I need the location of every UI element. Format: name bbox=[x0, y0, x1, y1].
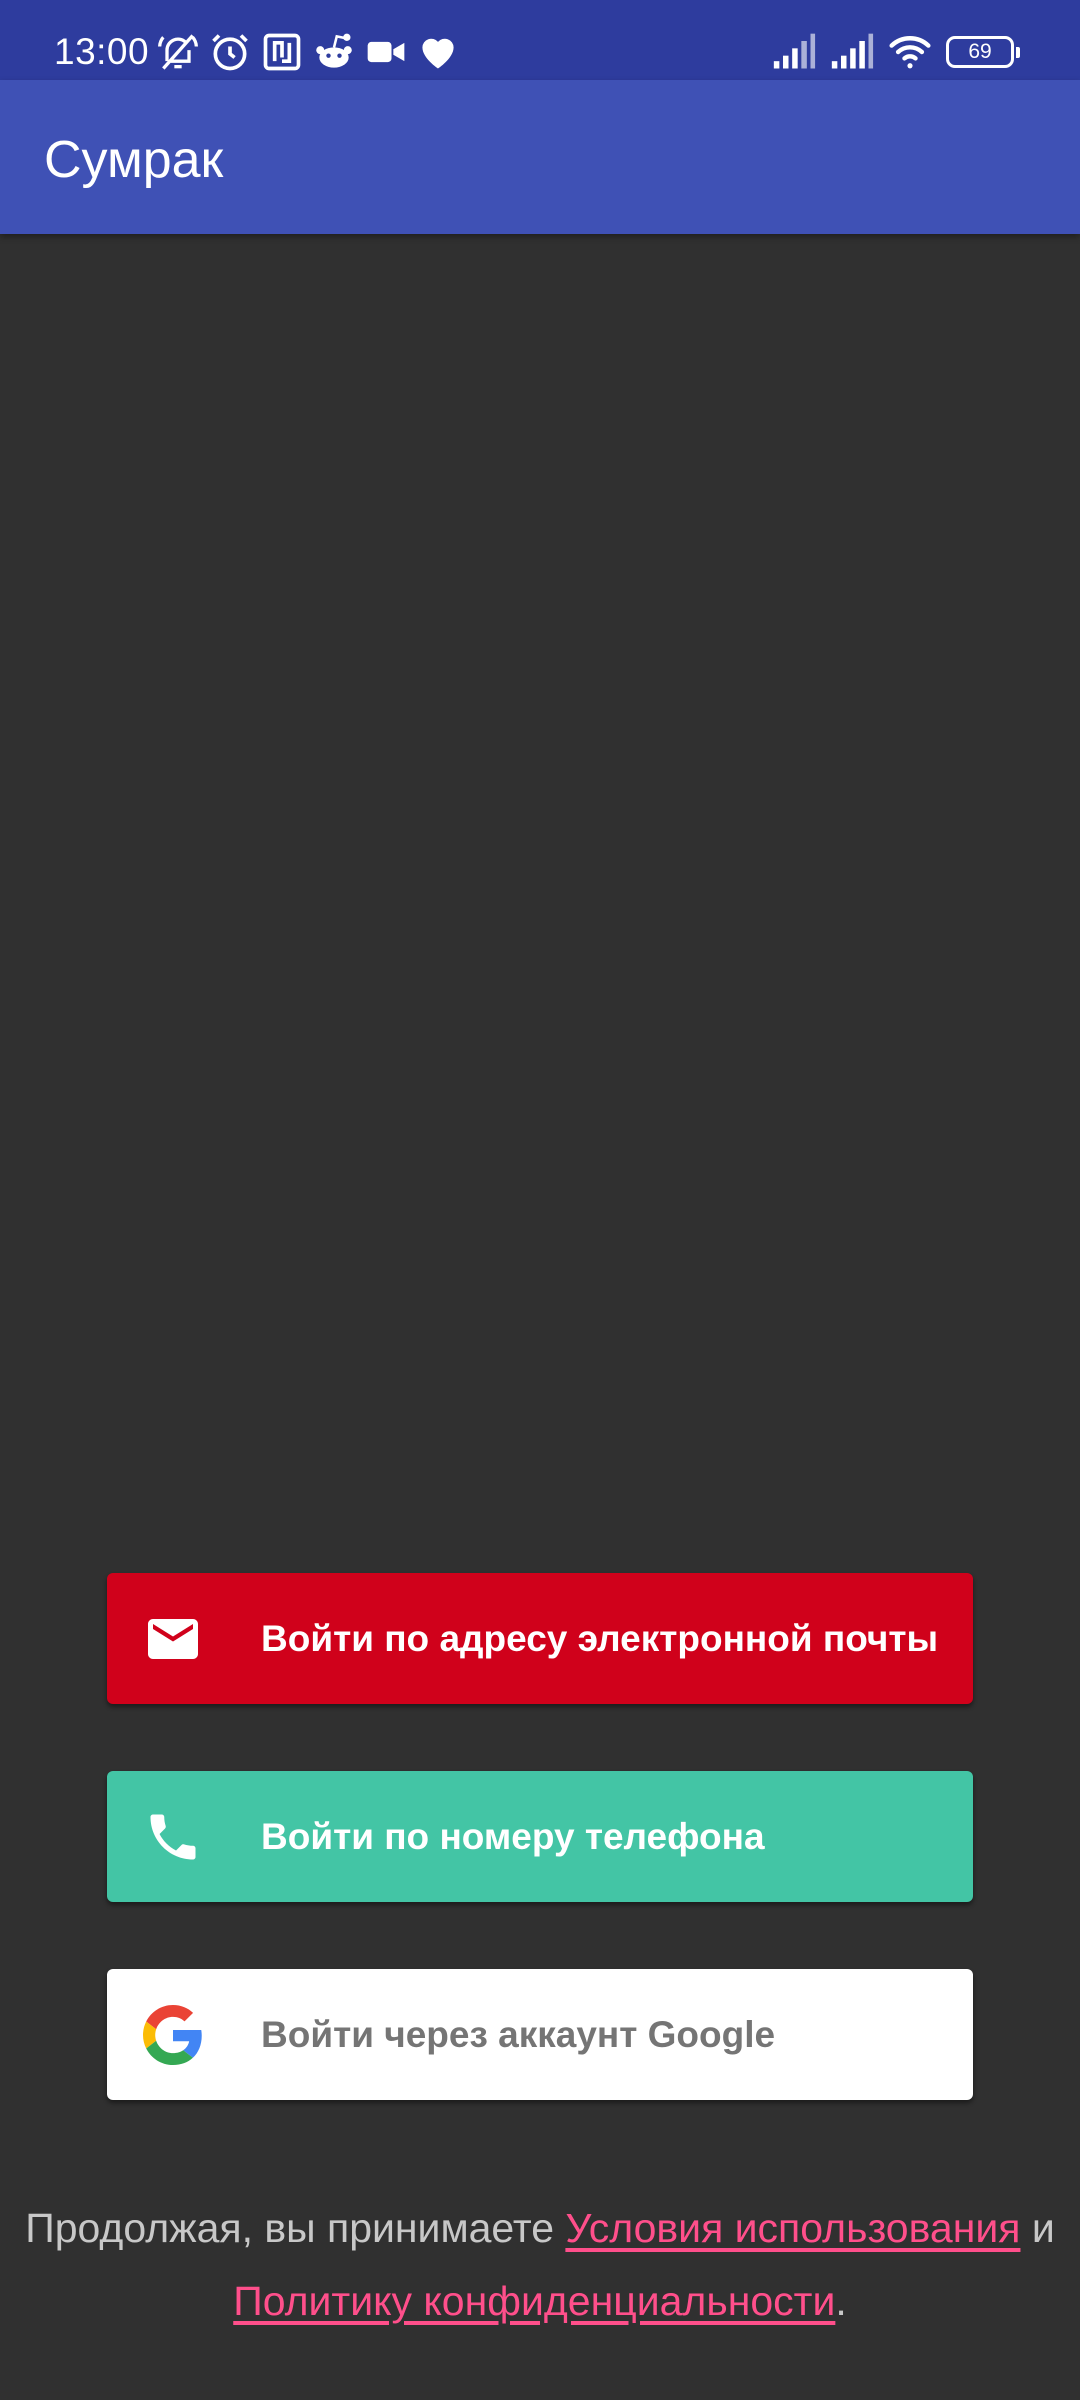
terms-conjunction: и bbox=[1020, 2205, 1055, 2251]
app-bar: Сумрак bbox=[0, 80, 1080, 234]
terms-notice: Продолжая, вы принимаете Условия использ… bbox=[20, 2192, 1060, 2338]
login-screen: 13:00 69 Сумрак Войти по адресу электрон… bbox=[0, 0, 1080, 2400]
terms-prefix: Продолжая, вы принимаете bbox=[25, 2205, 566, 2251]
system-icons: 69 bbox=[772, 30, 1020, 74]
google-logo-icon bbox=[143, 2005, 203, 2065]
nfc-icon bbox=[263, 33, 301, 71]
signal-icon bbox=[773, 33, 816, 69]
app-title: Сумрак bbox=[44, 131, 224, 189]
reddit-icon bbox=[316, 33, 352, 68]
status-bar: 13:00 69 bbox=[0, 0, 1080, 80]
battery-level: 69 bbox=[968, 40, 992, 63]
alarm-icon bbox=[212, 34, 248, 71]
notification-icons bbox=[156, 30, 460, 74]
email-sign-in-label: Войти по адресу электронной почты bbox=[261, 1617, 939, 1659]
email-icon bbox=[143, 1609, 203, 1669]
phone-sign-in-button[interactable]: Войти по номеру телефона bbox=[107, 1771, 973, 1902]
terms-of-use-link[interactable]: Условия использования bbox=[565, 2205, 1020, 2251]
phone-icon bbox=[143, 1807, 203, 1867]
status-time: 13:00 bbox=[54, 31, 150, 72]
video-camera-icon bbox=[367, 41, 405, 63]
google-sign-in-label: Войти через аккаунт Google bbox=[261, 2013, 776, 2055]
battery-icon: 69 bbox=[946, 36, 1020, 68]
wifi-icon bbox=[889, 36, 931, 69]
heart-icon bbox=[422, 38, 454, 69]
google-sign-in-button[interactable]: Войти через аккаунт Google bbox=[107, 1969, 973, 2100]
terms-suffix: . bbox=[835, 2278, 847, 2324]
email-sign-in-button[interactable]: Войти по адресу электронной почты bbox=[107, 1573, 973, 1704]
privacy-policy-link[interactable]: Политику конфиденциальности bbox=[233, 2278, 835, 2324]
phone-sign-in-label: Войти по номеру телефона bbox=[261, 1815, 765, 1857]
signal-icon bbox=[831, 33, 874, 69]
muted-bell-icon bbox=[158, 34, 198, 70]
